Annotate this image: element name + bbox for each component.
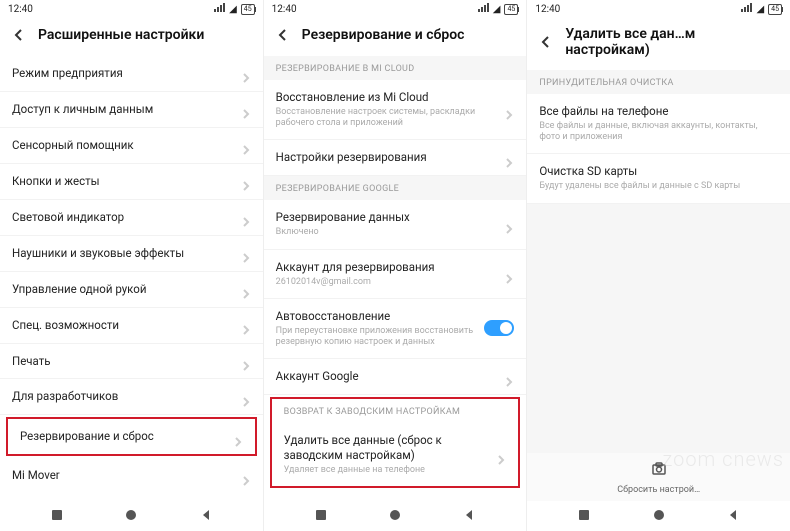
row-all-files-phone[interactable]: Все файлы на телефонеВсе файлы и данные,…	[527, 94, 790, 154]
chevron-right-icon	[241, 471, 251, 481]
row-printing[interactable]: Печать	[0, 344, 263, 380]
back-icon[interactable]	[274, 26, 292, 44]
nav-home-icon[interactable]	[124, 507, 138, 526]
back-icon[interactable]	[10, 26, 28, 44]
screen-erase-all-data: 12:40 ◢ 45 Удалить все дан…м настройкам)…	[527, 0, 790, 531]
row-restore-mi-cloud[interactable]: Восстановление из Mi CloudВосстановление…	[264, 80, 527, 140]
header: Удалить все дан…м настройкам)	[527, 18, 790, 70]
section-mi-cloud: РЕЗЕРВИРОВАНИЕ В MI CLOUD	[264, 56, 527, 80]
status-time: 12:40	[8, 4, 33, 15]
battery-icon: 45	[768, 4, 782, 15]
chevron-right-icon	[241, 248, 251, 258]
nav-back-icon[interactable]	[199, 507, 213, 526]
chevron-right-icon	[496, 450, 506, 460]
screen-backup-reset: 12:40 ◢ 45 Резервирование и сброс РЕЗЕРВ…	[264, 0, 528, 531]
signal-icon	[213, 3, 225, 16]
chevron-right-icon	[504, 372, 514, 382]
chevron-right-icon	[241, 68, 251, 78]
auto-restore-toggle[interactable]	[484, 320, 514, 336]
row-backup-settings[interactable]: Настройки резервирования	[264, 140, 527, 176]
section-factory-reset: ВОЗВРАТ К ЗАВОДСКИМ НАСТРОЙКАМ	[272, 399, 519, 423]
chevron-right-icon	[241, 104, 251, 114]
page-title: Резервирование и сброс	[302, 27, 517, 43]
row-buttons-gestures[interactable]: Кнопки и жесты	[0, 164, 263, 200]
row-backup-data[interactable]: Резервирование данныхВключено	[264, 200, 527, 249]
chevron-right-icon	[504, 219, 514, 229]
battery-icon: 45	[504, 4, 518, 15]
row-auto-restore: АвтовосстановлениеПри переустановке прил…	[264, 299, 527, 359]
wifi-icon: ◢	[756, 4, 764, 15]
chevron-right-icon	[241, 140, 251, 150]
reset-label: Сбросить настрой…	[617, 485, 700, 495]
navigation-bar	[527, 501, 790, 531]
nav-home-icon[interactable]	[388, 507, 402, 526]
status-time: 12:40	[272, 4, 297, 15]
row-accessibility[interactable]: Спец. возможности	[0, 308, 263, 344]
row-backup-account[interactable]: Аккаунт для резервирования26102014v@gmai…	[264, 250, 527, 299]
row-google-account[interactable]: Аккаунт Google	[264, 359, 527, 395]
battery-icon: 45	[241, 4, 255, 15]
nav-back-icon[interactable]	[726, 507, 740, 526]
chevron-right-icon	[241, 356, 251, 366]
row-personal-data-access[interactable]: Доступ к личным данным	[0, 92, 263, 128]
nav-recent-icon[interactable]	[577, 507, 591, 526]
chevron-right-icon	[504, 105, 514, 115]
row-quick-ball[interactable]: Сенсорный помощник	[0, 128, 263, 164]
highlight-backup-reset: Резервирование и сброс	[6, 417, 257, 456]
status-bar: 12:40 ◢ 45	[0, 0, 263, 18]
chevron-right-icon	[241, 176, 251, 186]
row-developer-options[interactable]: Для разработчиков	[0, 379, 263, 415]
navigation-bar	[0, 501, 263, 531]
chevron-right-icon	[241, 392, 251, 402]
chevron-right-icon	[504, 269, 514, 279]
wifi-icon: ◢	[493, 4, 501, 15]
chevron-right-icon	[241, 320, 251, 330]
nav-recent-icon[interactable]	[50, 507, 64, 526]
row-one-handed[interactable]: Управление одной рукой	[0, 272, 263, 308]
row-erase-sd-card[interactable]: Очистка SD картыБудут удалены все файлы …	[527, 154, 790, 203]
row-enterprise-mode[interactable]: Режим предприятия	[0, 56, 263, 92]
signal-icon	[740, 3, 752, 16]
back-icon[interactable]	[537, 33, 555, 51]
reset-action[interactable]: Сбросить настрой…	[527, 453, 790, 501]
header: Резервирование и сброс	[264, 18, 527, 56]
chevron-right-icon	[241, 284, 251, 294]
section-google-backup: РЕЗЕРВИРОВАНИЕ GOOGLE	[264, 176, 527, 200]
nav-back-icon[interactable]	[462, 507, 476, 526]
page-title: Удалить все дан…м настройкам)	[565, 26, 780, 58]
row-mi-mover[interactable]: Mi Mover	[0, 458, 263, 493]
header: Расширенные настройки	[0, 18, 263, 56]
status-time: 12:40	[535, 4, 560, 15]
page-title: Расширенные настройки	[38, 27, 253, 43]
section-force-erase: ПРИНУДИТЕЛЬНАЯ ОЧИСТКА	[527, 70, 790, 94]
chevron-right-icon	[241, 212, 251, 222]
reset-icon	[651, 461, 667, 481]
chevron-right-icon	[233, 432, 243, 442]
row-erase-all-data[interactable]: Удалить все данные (сброс к заводским на…	[272, 423, 519, 486]
highlight-factory-reset: ВОЗВРАТ К ЗАВОДСКИМ НАСТРОЙКАМ Удалить в…	[270, 397, 521, 488]
navigation-bar	[264, 501, 527, 531]
row-led-indicator[interactable]: Световой индикатор	[0, 200, 263, 236]
row-headphones-audio[interactable]: Наушники и звуковые эффекты	[0, 236, 263, 272]
nav-recent-icon[interactable]	[314, 507, 328, 526]
status-bar: 12:40 ◢ 45	[527, 0, 790, 18]
wifi-icon: ◢	[229, 4, 237, 15]
chevron-right-icon	[504, 153, 514, 163]
nav-home-icon[interactable]	[652, 507, 666, 526]
screen-advanced-settings: 12:40 ◢ 45 Расширенные настройки Режим п…	[0, 0, 264, 531]
signal-icon	[477, 3, 489, 16]
status-bar: 12:40 ◢ 45	[264, 0, 527, 18]
row-backup-reset[interactable]: Резервирование и сброс	[8, 419, 255, 454]
